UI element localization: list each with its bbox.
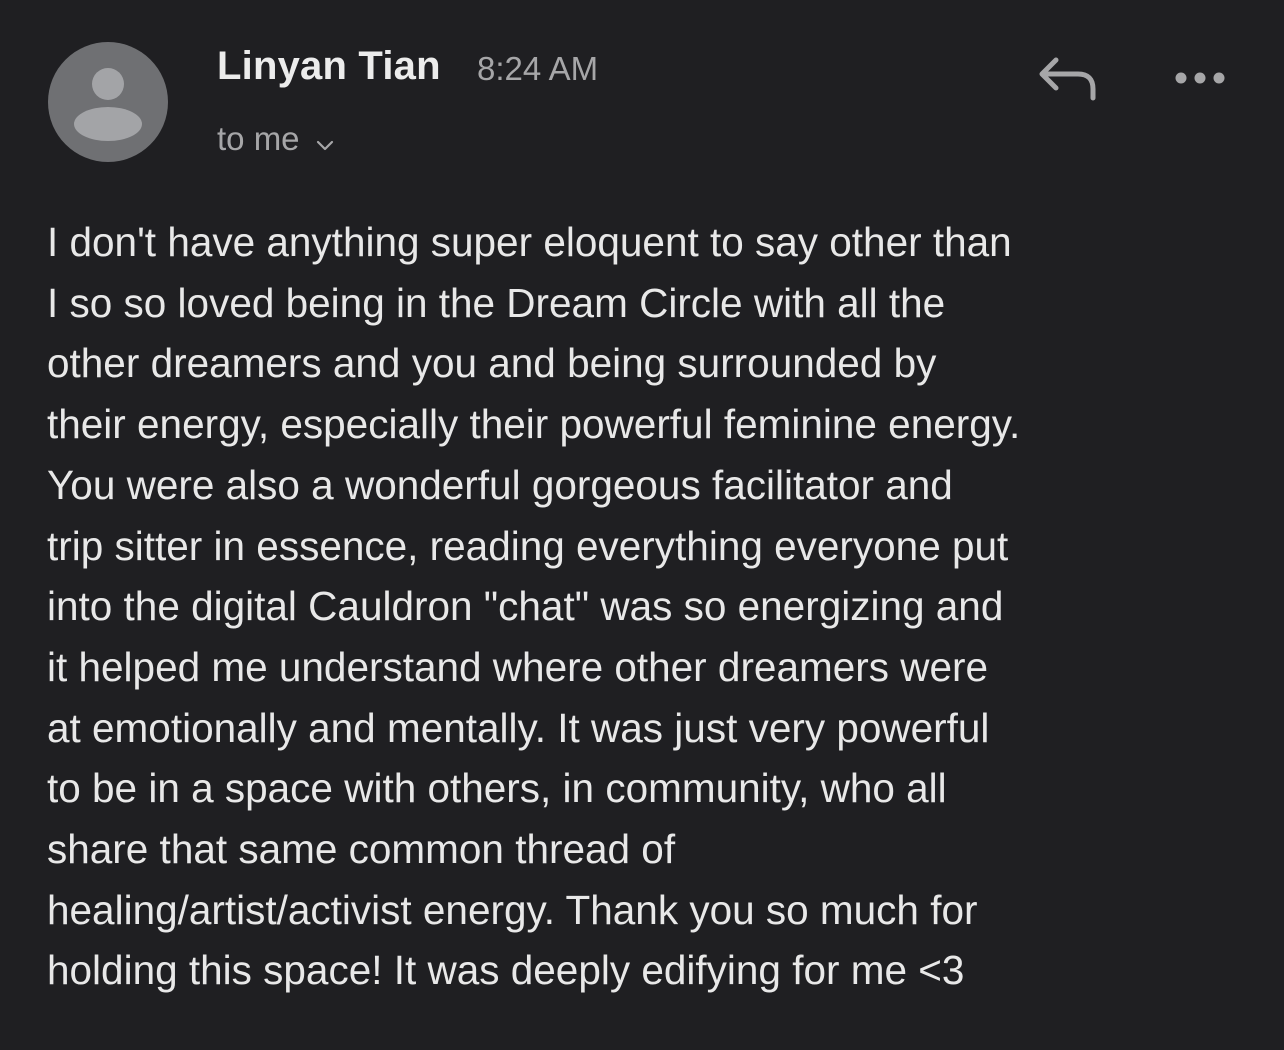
message-line: trip sitter in essence, reading everythi… — [47, 522, 1009, 569]
message-line: healing/artist/activist energy. Thank yo… — [47, 886, 978, 933]
message-line: I don't have anything super eloquent to … — [47, 219, 1012, 265]
recipient-label: to me — [217, 120, 300, 157]
person-placeholder-icon — [74, 68, 142, 141]
message-line: share that same common thread of — [47, 826, 676, 873]
message-line: to be in a space with others, in communi… — [47, 765, 947, 812]
reply-icon — [1039, 57, 1096, 101]
recipient-details-toggle[interactable]: to me — [217, 118, 334, 160]
message-line: I so so loved being in the Dream Circle … — [47, 279, 946, 326]
avatar[interactable] — [48, 42, 168, 162]
chevron-down-icon — [316, 122, 334, 160]
message-line: at emotionally and mentally. It was just… — [47, 704, 990, 751]
timestamp: 8:24 AM — [477, 50, 599, 87]
message-line: You were also a wonderful gorgeous facil… — [47, 461, 953, 508]
sender-name: Linyan Tian — [217, 44, 441, 88]
reply-button[interactable] — [1036, 52, 1100, 104]
message-line: holding this space! It was deeply edifyi… — [47, 947, 965, 994]
message-line: their energy, especially their powerful … — [47, 401, 1021, 448]
more-options-icon — [1175, 72, 1225, 84]
message-body: I don't have anything super eloquent to … — [47, 212, 1247, 1001]
more-options-button[interactable] — [1170, 60, 1230, 96]
message-line: it helped me understand where other drea… — [47, 643, 989, 690]
message-line: into the digital Cauldron "chat" was so … — [47, 583, 1004, 630]
message-line: other dreamers and you and being surroun… — [47, 340, 937, 387]
